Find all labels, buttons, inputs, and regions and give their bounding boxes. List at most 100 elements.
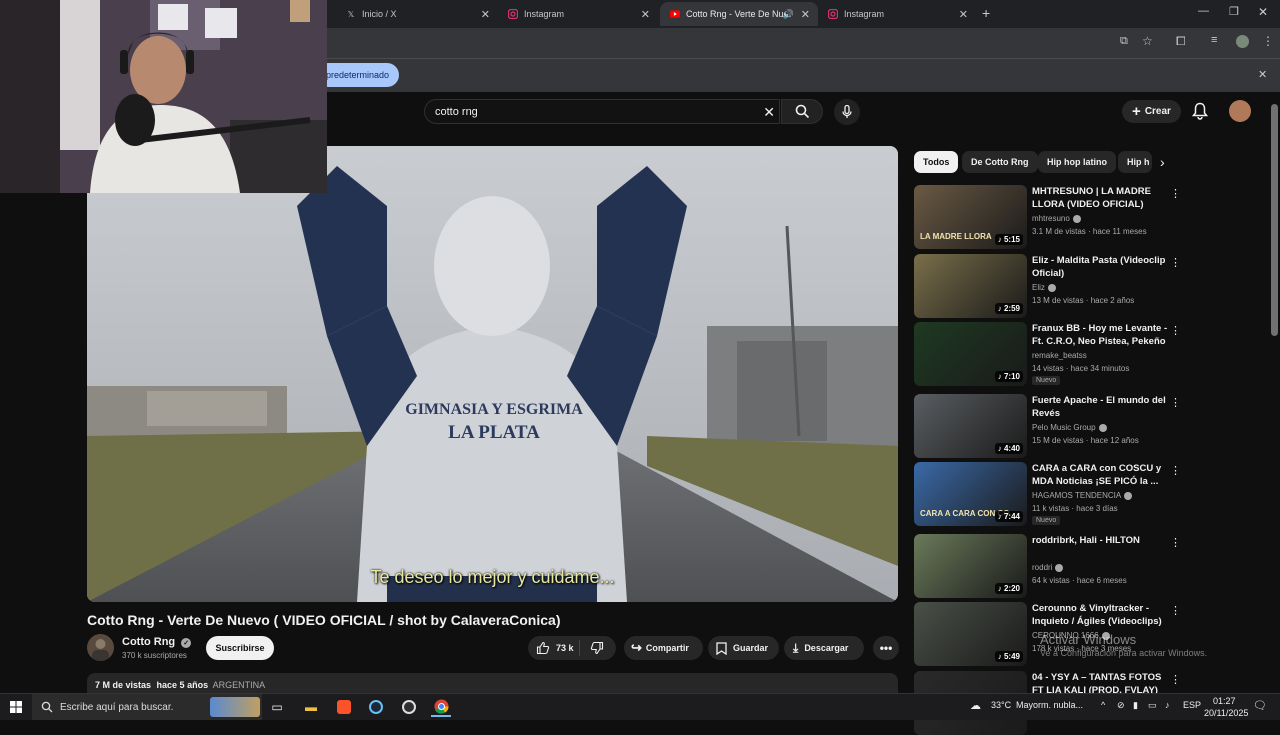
more-vertical-icon[interactable]: ⋮ (1170, 256, 1181, 269)
recommendation-channel[interactable]: roddri (1032, 563, 1064, 572)
chip-de-cotto-rng[interactable]: De Cotto Rng (962, 151, 1038, 173)
steam-icon[interactable] (366, 697, 386, 717)
bookmark-star-icon[interactable]: ☆ (1142, 34, 1153, 48)
search-input[interactable]: cotto rng ✕ (424, 99, 780, 124)
account-avatar[interactable] (1229, 100, 1251, 122)
chip-hip-hop-latino[interactable]: Hip hop latino (1038, 151, 1116, 173)
taskbar-search-input[interactable]: Escribe aquí para buscar. (32, 694, 262, 720)
microphone-icon[interactable]: ▮ (1133, 700, 1138, 711)
chevron-right-icon[interactable]: › (1160, 154, 1165, 170)
microphone-icon (842, 105, 852, 118)
extensions-icon[interactable]: ⧠ (1176, 34, 1186, 49)
more-vertical-icon[interactable]: ⋮ (1170, 604, 1181, 617)
video-thumbnail[interactable]: ♪ 7:10 (914, 322, 1027, 386)
channel-avatar[interactable] (87, 634, 114, 661)
download-button[interactable]: ⤓ Descargar (784, 636, 864, 660)
recommendation-title[interactable]: MHTRESUNO | LA MADRE LLORA (VIDEO OFICIA… (1032, 185, 1170, 211)
volume-icon[interactable]: ♪ (1165, 700, 1170, 710)
show-hidden-icons-icon[interactable]: ^ (1101, 700, 1105, 710)
minimize-button[interactable]: — (1198, 5, 1209, 17)
dislike-button[interactable] (580, 641, 604, 655)
notifications-icon[interactable]: 🗨 (1253, 699, 1267, 712)
duration-badge: ♪ 2:20 (994, 583, 1023, 594)
search-button[interactable] (781, 99, 823, 124)
save-button[interactable]: Guardar (708, 636, 779, 660)
subscribe-button[interactable]: Suscribirse (206, 636, 274, 660)
close-window-button[interactable]: ✕ (1258, 5, 1268, 19)
recommendation-channel[interactable]: mhtresuno (1032, 214, 1081, 223)
recommendation-channel[interactable]: remake_beatss (1032, 351, 1087, 360)
voice-search-button[interactable] (834, 99, 860, 125)
recommendation-title[interactable]: Franux BB - Hoy me Levante - Ft. C.R.O, … (1032, 322, 1170, 348)
set-default-button[interactable]: predeterminado (316, 63, 400, 87)
brave-icon[interactable] (334, 697, 354, 717)
chrome-menu-icon[interactable]: ⋮ (1262, 34, 1274, 48)
video-thumbnail[interactable]: ♪ 2:20 (914, 534, 1027, 598)
recommendation-meta: 64 k vistas · hace 6 meses (1032, 576, 1127, 585)
recommendation-item[interactable]: ♪ 4:40 Fuerte Apache - El mundo del Revés… (914, 394, 1189, 458)
speaker-icon[interactable]: 🔊 (783, 9, 794, 20)
more-vertical-icon[interactable]: ⋮ (1170, 536, 1181, 549)
clear-search-icon[interactable]: ✕ (763, 104, 775, 121)
recommendation-title[interactable]: Eliz - Maldita Pasta (Videoclip Oficial) (1032, 254, 1170, 280)
recommendation-channel[interactable]: Pelo Music Group (1032, 423, 1107, 432)
tab-x[interactable]: 𝕏 Inicio / X ✕ (336, 2, 498, 26)
clock-date[interactable]: 20/11/2025 (1204, 708, 1248, 718)
recommendation-item[interactable]: ♪ 2:59 Eliz - Maldita Pasta (Videoclip Of… (914, 254, 1189, 318)
more-vertical-icon[interactable]: ⋮ (1170, 464, 1181, 477)
chip-todos[interactable]: Todos (914, 151, 959, 173)
video-thumbnail[interactable]: ♪ 5:49 (914, 602, 1027, 666)
more-vertical-icon[interactable]: ⋮ (1170, 673, 1181, 686)
network-icon[interactable]: ⊘ (1117, 700, 1125, 711)
recommendation-title[interactable]: Fuerte Apache - El mundo del Revés (1032, 394, 1170, 420)
recommendation-channel[interactable]: Eliz (1032, 283, 1056, 292)
scrollbar[interactable] (1271, 104, 1278, 336)
more-vertical-icon[interactable]: ⋮ (1170, 324, 1181, 337)
close-tab-icon[interactable]: ✕ (801, 8, 810, 21)
file-explorer-icon[interactable]: ▬ (301, 697, 321, 717)
video-thumbnail[interactable]: LA MADRE LLORA ♪ 5:15 (914, 185, 1027, 249)
more-actions-button[interactable]: ••• (873, 636, 899, 660)
recommendation-title[interactable]: CARA a CARA con COSCU y MDA Noticias ¡SE… (1032, 462, 1170, 488)
recommendation-title[interactable]: Cerounno & Vinyltracker - Inquieto / Ági… (1032, 602, 1170, 628)
recommendation-channel[interactable]: HAGAMOS TENDENCIA (1032, 491, 1133, 500)
close-infobar-icon[interactable]: ✕ (1258, 68, 1267, 81)
chrome-icon[interactable] (431, 697, 451, 717)
display-icon[interactable]: ▭ (1148, 700, 1157, 711)
recommendation-item[interactable]: LA MADRE LLORA ♪ 5:15 MHTRESUNO | LA MADRE… (914, 185, 1189, 249)
profile-avatar[interactable] (1236, 35, 1249, 48)
tab-instagram-1[interactable]: Instagram ✕ (498, 2, 658, 26)
tab-youtube[interactable]: Cotto Rng - Verte De Nuevo 🔊 ✕ (660, 2, 818, 26)
language-indicator[interactable]: ESP (1183, 700, 1201, 710)
more-vertical-icon[interactable]: ⋮ (1170, 187, 1181, 200)
video-thumbnail[interactable]: ♪ 2:59 (914, 254, 1027, 318)
cast-icon[interactable]: ⧉ (1120, 35, 1128, 48)
clock-time[interactable]: 01:27 (1213, 696, 1236, 706)
weather-temp[interactable]: 33°C (991, 700, 1011, 710)
like-button[interactable]: 73 k (528, 640, 580, 656)
weather-description[interactable]: Mayorm. nubla... (1016, 700, 1083, 710)
obs-icon[interactable] (399, 697, 419, 717)
recommendation-item[interactable]: ♪ 7:10 Franux BB - Hoy me Levante - Ft. C… (914, 322, 1189, 386)
recommendation-item[interactable]: ♪ 2:20 roddribrk, Hali - HILTON roddri 64 k… (914, 534, 1189, 598)
video-thumbnail[interactable]: CARA A CARA CON CO ♪ 7:44 (914, 462, 1027, 526)
new-tab-button[interactable]: + (982, 5, 990, 21)
task-view-icon[interactable]: ▭ (267, 697, 287, 717)
video-thumbnail[interactable]: ♪ 4:40 (914, 394, 1027, 458)
notifications-bell-icon[interactable] (1191, 102, 1209, 125)
media-control-icon[interactable]: ≡ (1211, 34, 1217, 46)
close-tab-icon[interactable]: ✕ (481, 8, 490, 21)
recommendation-title[interactable]: roddribrk, Hali - HILTON (1032, 534, 1170, 547)
create-button[interactable]: + Crear (1122, 100, 1181, 123)
recommendation-item[interactable]: CARA A CARA CON CO ♪ 7:44 CARA a CARA con … (914, 462, 1189, 526)
close-tab-icon[interactable]: ✕ (641, 8, 650, 21)
windows-start-icon[interactable] (6, 697, 26, 717)
chip-hip-h[interactable]: Hip h (1118, 151, 1152, 173)
channel-name[interactable]: Cotto Rng ✓ (122, 636, 192, 648)
video-player[interactable]: GIMNASIA Y ESGRIMA LA PLATA Te deseo lo … (87, 146, 898, 602)
more-vertical-icon[interactable]: ⋮ (1170, 396, 1181, 409)
close-tab-icon[interactable]: ✕ (959, 8, 968, 21)
restore-button[interactable]: ❐ (1229, 5, 1239, 18)
tab-instagram-2[interactable]: Instagram ✕ (818, 2, 976, 26)
share-button[interactable]: ↪ Compartir (624, 636, 703, 660)
